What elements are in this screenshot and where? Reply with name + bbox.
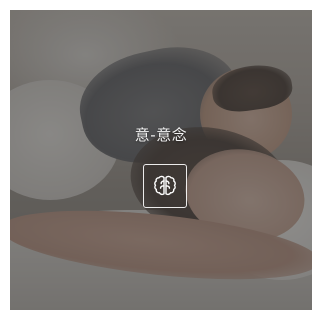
brain-icon-box	[143, 164, 187, 208]
card-content: 意-意念	[10, 10, 312, 310]
meditation-card[interactable]: 意-意念	[10, 10, 312, 310]
card-title: 意-意念	[134, 126, 188, 144]
brain-icon	[154, 175, 176, 196]
